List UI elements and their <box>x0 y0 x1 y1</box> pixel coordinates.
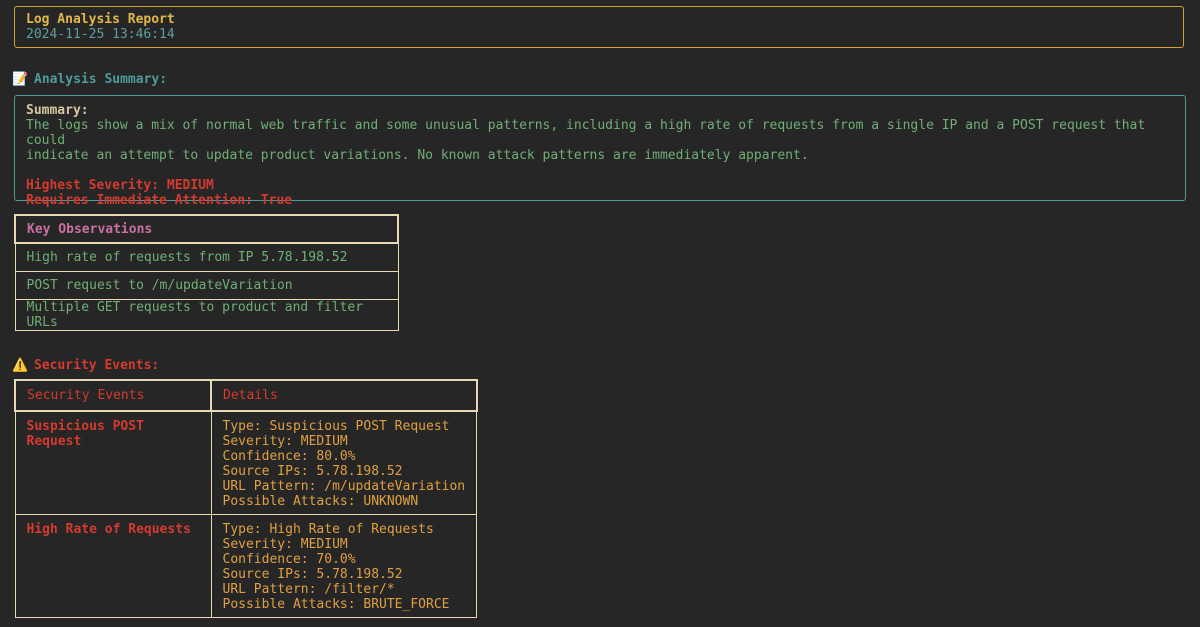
table-row: High Rate of Requests Type: High Rate of… <box>14 514 478 618</box>
event-name: High Rate of Requests <box>14 514 212 618</box>
detail-line: Type: High Rate of Requests <box>222 522 434 537</box>
detail-line: Confidence: 70.0% <box>222 552 356 567</box>
observation-item: Multiple GET requests to product and fil… <box>14 298 399 331</box>
detail-line: Source IPs: 5.78.198.52 <box>222 567 403 582</box>
security-events-table: Security Events Details Suspicious POST … <box>14 379 478 618</box>
analysis-summary-heading: 📝 Analysis Summary: <box>12 72 167 87</box>
column-header-details: Details <box>210 379 478 412</box>
highest-severity: Highest Severity: MEDIUM <box>26 178 214 193</box>
detail-line: URL Pattern: /filter/* <box>222 582 395 597</box>
observation-item: POST request to /m/updateVariation <box>14 270 399 300</box>
key-observations-table: Key Observations High rate of requests f… <box>14 214 399 331</box>
detail-line: Possible Attacks: UNKNOWN <box>222 494 419 509</box>
warning-icon: ⚠️ <box>12 358 29 373</box>
report-header: Log Analysis Report 2024-11-25 13:46:14 <box>14 6 1184 48</box>
security-heading-label: Security Events: <box>34 358 160 373</box>
summary-label: Summary: <box>26 103 89 118</box>
detail-line: Severity: MEDIUM <box>222 434 348 449</box>
detail-line: Type: Suspicious POST Request <box>222 419 450 434</box>
security-events-heading: ⚠️ Security Events: <box>12 358 159 373</box>
column-header-events: Security Events <box>14 379 212 412</box>
summary-text-line2: indicate an attempt to update product va… <box>26 148 809 163</box>
summary-panel: Summary: The logs show a mix of normal w… <box>14 95 1186 208</box>
event-details: Type: High Rate of Requests Severity: ME… <box>210 514 478 618</box>
detail-line: Source IPs: 5.78.198.52 <box>222 464 403 479</box>
event-name: Suspicious POST Request <box>14 410 212 515</box>
report-title: Log Analysis Report <box>26 12 175 27</box>
requires-attention: Requires Immediate Attention: True <box>26 193 293 208</box>
event-details: Type: Suspicious POST Request Severity: … <box>210 410 478 515</box>
detail-line: Possible Attacks: BRUTE_FORCE <box>222 597 450 612</box>
detail-line: Severity: MEDIUM <box>222 537 348 552</box>
report-timestamp: 2024-11-25 13:46:14 <box>26 27 175 42</box>
detail-line: Confidence: 80.0% <box>222 449 356 464</box>
analysis-heading-label: Analysis Summary: <box>34 72 168 87</box>
memo-icon: 📝 <box>12 72 29 87</box>
table-row: Suspicious POST Request Type: Suspicious… <box>14 410 478 515</box>
summary-text-line1: The logs show a mix of normal web traffi… <box>26 118 1146 148</box>
detail-line: URL Pattern: /m/updateVariation <box>222 479 466 494</box>
observations-header: Key Observations <box>14 214 399 244</box>
observation-item: High rate of requests from IP 5.78.198.5… <box>14 242 399 272</box>
